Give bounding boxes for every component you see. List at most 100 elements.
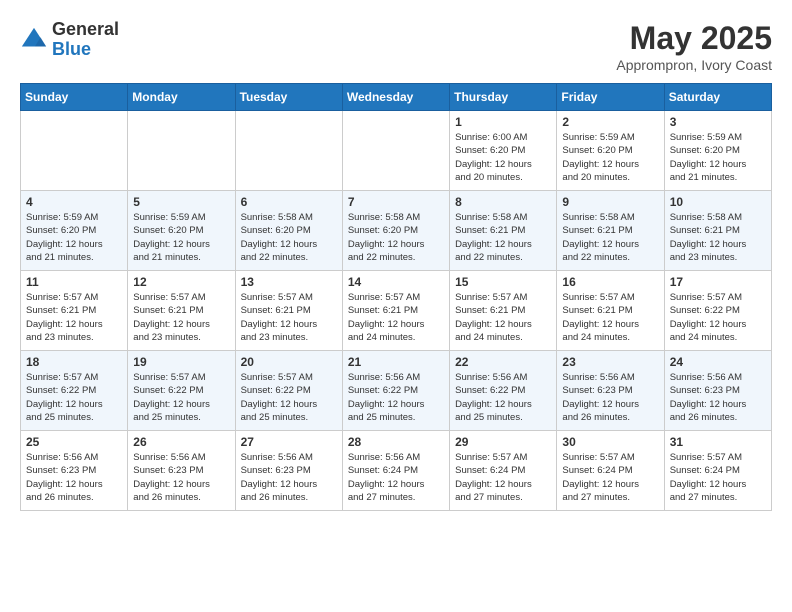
calendar-cell: 12 Sunrise: 5:57 AM Sunset: 6:21 PM Dayli… [128,271,235,351]
day-number: 22 [455,355,551,369]
calendar-header: SundayMondayTuesdayWednesdayThursdayFrid… [21,84,772,111]
calendar-cell [21,111,128,191]
day-number: 11 [26,275,122,289]
day-info: Sunrise: 5:56 AM Sunset: 6:23 PM Dayligh… [670,371,766,424]
day-number: 3 [670,115,766,129]
day-number: 17 [670,275,766,289]
day-number: 18 [26,355,122,369]
calendar-cell: 30Sunrise: 5:57 AM Sunset: 6:24 PM Dayli… [557,431,664,511]
day-number: 12 [133,275,229,289]
header-row: SundayMondayTuesdayWednesdayThursdayFrid… [21,84,772,111]
day-info: Sunrise: 5:57 AM Sunset: 6:21 PM Dayligh… [26,291,122,344]
header-day-friday: Friday [557,84,664,111]
calendar-cell: 14Sunrise: 5:57 AM Sunset: 6:21 PM Dayli… [342,271,449,351]
day-number: 2 [562,115,658,129]
day-number: 29 [455,435,551,449]
calendar-cell: 31Sunrise: 5:57 AM Sunset: 6:24 PM Dayli… [664,431,771,511]
day-info: Sunrise: 5:57 AM Sunset: 6:22 PM Dayligh… [241,371,337,424]
day-info: Sunrise: 5:58 AM Sunset: 6:21 PM Dayligh… [455,211,551,264]
day-number: 24 [670,355,766,369]
month-title: May 2025 [616,20,772,57]
day-number: 30 [562,435,658,449]
day-number: 28 [348,435,444,449]
calendar-table: SundayMondayTuesdayWednesdayThursdayFrid… [20,83,772,511]
day-info: Sunrise: 5:58 AM Sunset: 6:20 PM Dayligh… [241,211,337,264]
day-number: 5 [133,195,229,209]
calendar-cell: 19Sunrise: 5:57 AM Sunset: 6:22 PM Dayli… [128,351,235,431]
day-number: 4 [26,195,122,209]
calendar-cell: 6 Sunrise: 5:58 AM Sunset: 6:20 PM Daylig… [235,191,342,271]
day-number: 21 [348,355,444,369]
calendar-cell [342,111,449,191]
calendar-cell: 27 Sunrise: 5:56 AM Sunset: 6:23 PM Dayli… [235,431,342,511]
header-day-monday: Monday [128,84,235,111]
day-info: Sunrise: 5:57 AM Sunset: 6:21 PM Dayligh… [133,291,229,344]
day-number: 6 [241,195,337,209]
calendar-week-2: 4 Sunrise: 5:59 AM Sunset: 6:20 PM Daylig… [21,191,772,271]
calendar-week-5: 25Sunrise: 5:56 AM Sunset: 6:23 PM Dayli… [21,431,772,511]
day-number: 31 [670,435,766,449]
calendar-cell: 13 Sunrise: 5:57 AM Sunset: 6:21 PM Dayli… [235,271,342,351]
day-number: 27 [241,435,337,449]
calendar-week-4: 18 Sunrise: 5:57 AM Sunset: 6:22 PM Dayli… [21,351,772,431]
day-info: Sunrise: 5:57 AM Sunset: 6:21 PM Dayligh… [455,291,551,344]
calendar-cell: 8Sunrise: 5:58 AM Sunset: 6:21 PM Daylig… [450,191,557,271]
day-number: 9 [562,195,658,209]
day-number: 1 [455,115,551,129]
day-info: Sunrise: 5:59 AM Sunset: 6:20 PM Dayligh… [562,131,658,184]
calendar-cell: 17Sunrise: 5:57 AM Sunset: 6:22 PM Dayli… [664,271,771,351]
logo-blue-text: Blue [52,40,119,60]
calendar-cell: 29Sunrise: 5:57 AM Sunset: 6:24 PM Dayli… [450,431,557,511]
day-info: Sunrise: 5:58 AM Sunset: 6:21 PM Dayligh… [562,211,658,264]
header-day-wednesday: Wednesday [342,84,449,111]
calendar-cell: 22Sunrise: 5:56 AM Sunset: 6:22 PM Dayli… [450,351,557,431]
logo-general-text: General [52,20,119,40]
day-number: 7 [348,195,444,209]
day-info: Sunrise: 5:56 AM Sunset: 6:23 PM Dayligh… [241,451,337,504]
calendar-cell: 7Sunrise: 5:58 AM Sunset: 6:20 PM Daylig… [342,191,449,271]
header-day-sunday: Sunday [21,84,128,111]
calendar-cell: 26 Sunrise: 5:56 AM Sunset: 6:23 PM Dayli… [128,431,235,511]
calendar-cell: 9 Sunrise: 5:58 AM Sunset: 6:21 PM Daylig… [557,191,664,271]
day-info: Sunrise: 5:56 AM Sunset: 6:23 PM Dayligh… [26,451,122,504]
location-subtitle: Apprompron, Ivory Coast [616,57,772,73]
logo-text: General Blue [52,20,119,60]
day-number: 15 [455,275,551,289]
calendar-week-1: 1 Sunrise: 6:00 AM Sunset: 6:20 PM Daylig… [21,111,772,191]
day-info: Sunrise: 5:56 AM Sunset: 6:22 PM Dayligh… [348,371,444,424]
calendar-cell: 2 Sunrise: 5:59 AM Sunset: 6:20 PM Daylig… [557,111,664,191]
calendar-cell: 24 Sunrise: 5:56 AM Sunset: 6:23 PM Dayli… [664,351,771,431]
day-info: Sunrise: 5:57 AM Sunset: 6:22 PM Dayligh… [26,371,122,424]
day-number: 26 [133,435,229,449]
calendar-cell [235,111,342,191]
day-info: Sunrise: 5:56 AM Sunset: 6:24 PM Dayligh… [348,451,444,504]
day-number: 16 [562,275,658,289]
day-number: 20 [241,355,337,369]
calendar-cell: 1 Sunrise: 6:00 AM Sunset: 6:20 PM Daylig… [450,111,557,191]
calendar-cell: 11 Sunrise: 5:57 AM Sunset: 6:21 PM Dayli… [21,271,128,351]
calendar-cell [128,111,235,191]
day-info: Sunrise: 5:57 AM Sunset: 6:21 PM Dayligh… [562,291,658,344]
logo-icon [20,26,48,54]
day-info: Sunrise: 5:56 AM Sunset: 6:23 PM Dayligh… [133,451,229,504]
day-info: Sunrise: 5:57 AM Sunset: 6:21 PM Dayligh… [348,291,444,344]
day-info: Sunrise: 5:59 AM Sunset: 6:20 PM Dayligh… [26,211,122,264]
calendar-cell: 3 Sunrise: 5:59 AM Sunset: 6:20 PM Daylig… [664,111,771,191]
day-info: Sunrise: 5:59 AM Sunset: 6:20 PM Dayligh… [670,131,766,184]
day-info: Sunrise: 5:57 AM Sunset: 6:21 PM Dayligh… [241,291,337,344]
calendar-cell: 15 Sunrise: 5:57 AM Sunset: 6:21 PM Dayli… [450,271,557,351]
day-number: 10 [670,195,766,209]
day-info: Sunrise: 5:58 AM Sunset: 6:21 PM Dayligh… [670,211,766,264]
calendar-cell: 23Sunrise: 5:56 AM Sunset: 6:23 PM Dayli… [557,351,664,431]
day-info: Sunrise: 6:00 AM Sunset: 6:20 PM Dayligh… [455,131,551,184]
calendar-cell: 4 Sunrise: 5:59 AM Sunset: 6:20 PM Daylig… [21,191,128,271]
calendar-body: 1 Sunrise: 6:00 AM Sunset: 6:20 PM Daylig… [21,111,772,511]
day-number: 19 [133,355,229,369]
day-number: 13 [241,275,337,289]
calendar-cell: 28 Sunrise: 5:56 AM Sunset: 6:24 PM Dayli… [342,431,449,511]
calendar-week-3: 11 Sunrise: 5:57 AM Sunset: 6:21 PM Dayli… [21,271,772,351]
logo: General Blue [20,20,119,60]
calendar-cell: 10 Sunrise: 5:58 AM Sunset: 6:21 PM Dayli… [664,191,771,271]
header-day-saturday: Saturday [664,84,771,111]
calendar-cell: 21 Sunrise: 5:56 AM Sunset: 6:22 PM Dayli… [342,351,449,431]
